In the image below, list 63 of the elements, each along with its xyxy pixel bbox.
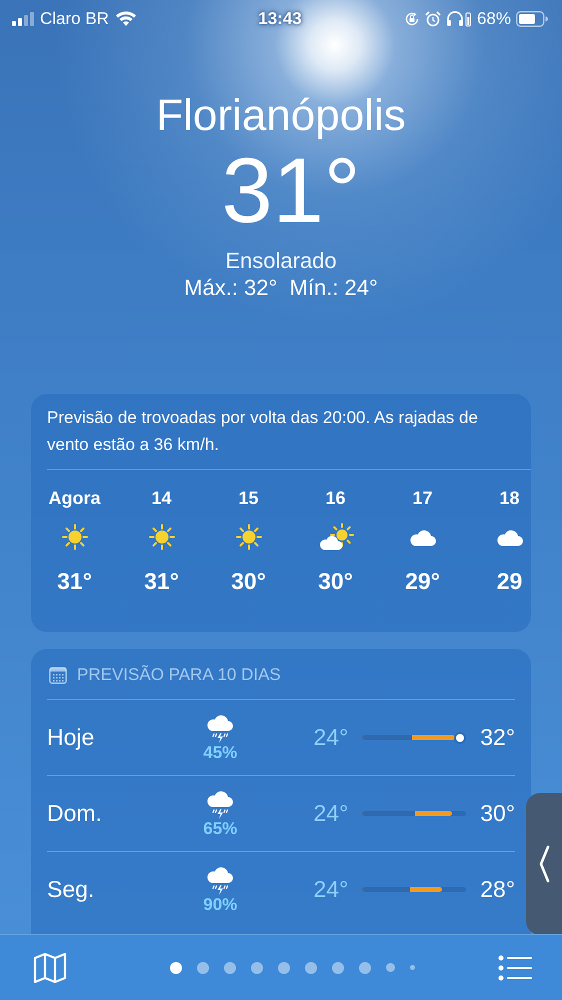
forecast-summary: Previsão de trovoadas por volta das 20:00. As rajadas de vento estão a 36 km/h. <box>46 407 479 456</box>
page-dot[interactable] <box>305 962 317 974</box>
current-temperature: 31° <box>221 142 361 240</box>
page-dot[interactable] <box>224 962 236 974</box>
hour-label: 14 <box>151 487 172 509</box>
page-dot[interactable] <box>197 962 209 974</box>
cloud-lightning-icon <box>205 790 236 820</box>
page-dot[interactable] <box>386 963 395 972</box>
weather-condition: Ensolarado <box>225 248 337 274</box>
hour-label: 17 <box>412 487 433 509</box>
page-dot[interactable] <box>410 965 415 970</box>
hour-temperature: 29 <box>496 567 522 595</box>
rain-chance: 65% <box>203 820 238 838</box>
rain-chance: 45% <box>203 744 238 762</box>
calendar-icon <box>49 666 67 684</box>
sun-icon <box>148 523 176 551</box>
page-dot[interactable] <box>170 962 182 974</box>
map-button[interactable] <box>33 952 67 984</box>
map-icon <box>33 952 67 984</box>
cloud-lightning-icon <box>205 866 236 896</box>
hour-temperature: 31° <box>57 567 92 595</box>
battery-icon <box>516 11 548 27</box>
day-name: Dom. <box>47 800 103 827</box>
rotation-lock-icon <box>404 11 420 27</box>
hour-temperature: 30° <box>231 567 266 595</box>
high-temperature: 32° <box>480 724 516 751</box>
rain-chance: 90% <box>203 896 238 914</box>
hour-label: 16 <box>325 487 346 509</box>
cloud-sun-icon <box>318 523 354 551</box>
side-panel-handle[interactable] <box>526 793 562 935</box>
low-temperature: 24° <box>312 724 348 751</box>
hour-temperature: 30° <box>318 567 353 595</box>
high-temperature: 30° <box>480 800 516 827</box>
list-icon <box>498 954 532 980</box>
cloud-lightning-icon <box>205 714 236 744</box>
page-dot[interactable] <box>332 962 344 974</box>
battery-percentage: 68% <box>476 9 511 29</box>
high-temperature: 28° <box>480 876 516 903</box>
sun-icon <box>234 523 262 551</box>
hour-temperature: 29° <box>405 567 440 595</box>
high-low-temperature: Máx.: 32° Mín.: 24° <box>184 274 378 302</box>
hour-label: 18 <box>499 487 520 509</box>
wifi-icon <box>114 11 137 27</box>
page-dot[interactable] <box>251 962 263 974</box>
page-dot[interactable] <box>278 962 290 974</box>
page-dot[interactable] <box>359 962 371 974</box>
carrier-name: Claro BR <box>40 9 109 29</box>
day-name: Seg. <box>47 876 96 903</box>
list-button[interactable] <box>498 954 532 980</box>
low-temperature: 24° <box>312 800 348 827</box>
hour-label: Agora <box>48 487 100 509</box>
clock-time: 13:43 <box>258 9 302 29</box>
hour-temperature: 31° <box>144 567 179 595</box>
city-name: Florianópolis <box>156 90 406 142</box>
alarm-icon <box>424 11 441 27</box>
day-name: Hoje <box>47 724 96 751</box>
signal-icon <box>12 12 34 26</box>
hour-label: 15 <box>238 487 259 509</box>
section-title: PREVISÃO PARA 10 DIAS <box>77 665 281 685</box>
sun-icon <box>60 523 88 551</box>
chevron-left-icon <box>538 845 550 883</box>
headphones-icon <box>446 11 472 27</box>
low-temperature: 24° <box>312 876 348 903</box>
